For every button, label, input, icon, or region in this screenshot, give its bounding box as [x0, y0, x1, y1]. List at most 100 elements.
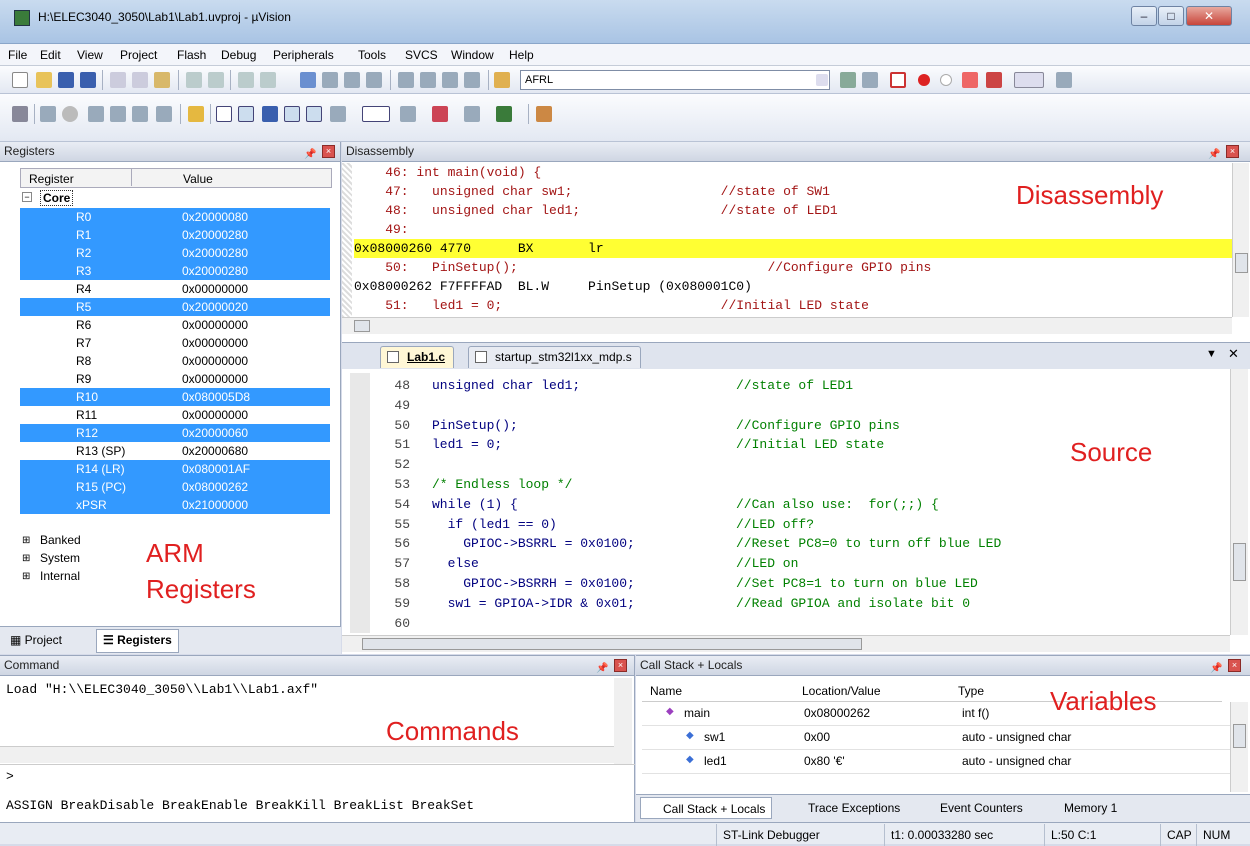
source-vscroll[interactable]: [1230, 369, 1248, 635]
register-row[interactable]: R2 0x20000280: [20, 244, 330, 262]
command-vscroll[interactable]: [614, 678, 632, 764]
stop-icon[interactable]: [62, 106, 78, 122]
tab-list-icon[interactable]: ▼: [1206, 348, 1217, 360]
menu-tools[interactable]: Tools: [358, 48, 386, 62]
register-row[interactable]: R1 0x20000280: [20, 226, 330, 244]
source-line[interactable]: 49: [370, 395, 1230, 416]
close-panel-icon[interactable]: ×: [1228, 659, 1241, 672]
col-name[interactable]: Name: [650, 680, 682, 702]
command-input[interactable]: >: [0, 764, 635, 790]
register-row[interactable]: R8 0x00000000: [20, 352, 330, 370]
menu-help[interactable]: Help: [509, 48, 534, 62]
serial-window-icon[interactable]: [400, 106, 416, 122]
breakpoint-gutter[interactable]: [350, 373, 370, 633]
source-line[interactable]: 54 while (1) {//Can also use: for(;;) {: [370, 494, 1230, 515]
configure-icon[interactable]: [1056, 72, 1072, 88]
run-icon[interactable]: [40, 106, 56, 122]
menu-flash[interactable]: Flash: [177, 48, 206, 62]
internal-group[interactable]: Internal: [40, 569, 80, 583]
paste-icon[interactable]: [154, 72, 170, 88]
chevron-down-icon[interactable]: [816, 74, 828, 86]
expand-banked-icon[interactable]: ⊞: [22, 535, 30, 546]
save-icon[interactable]: [58, 72, 74, 88]
register-row[interactable]: R11 0x00000000: [20, 406, 330, 424]
col-value[interactable]: Value: [183, 172, 213, 186]
register-row[interactable]: R6 0x00000000: [20, 316, 330, 334]
disassembly-line[interactable]: 51: led1 = 0; //Initial LED state: [354, 296, 1232, 315]
analysis-window-icon[interactable]: [432, 106, 448, 122]
menu-debug[interactable]: Debug: [221, 48, 256, 62]
close-panel-icon[interactable]: ×: [1226, 145, 1239, 158]
menu-project[interactable]: Project: [120, 48, 157, 62]
command-hscroll[interactable]: [0, 746, 614, 763]
indent-icon[interactable]: [398, 72, 414, 88]
source-line[interactable]: 57 else //LED on: [370, 553, 1230, 574]
save-all-icon[interactable]: [80, 72, 96, 88]
window-layout-icon[interactable]: [1014, 72, 1044, 88]
source-line[interactable]: 58 GPIOC->BSRRH = 0x0100; //Set PC8=1 to …: [370, 573, 1230, 594]
nav-forward-icon[interactable]: [260, 72, 276, 88]
register-row[interactable]: R0 0x20000080: [20, 208, 330, 226]
watch-window-icon[interactable]: [330, 106, 346, 122]
tab-memory-1[interactable]: Memory 1: [1042, 797, 1117, 819]
tab-trace-exceptions[interactable]: Trace Exceptions: [786, 797, 900, 819]
close-panel-icon[interactable]: ×: [322, 145, 335, 158]
tab-event-counters[interactable]: Event Counters: [918, 797, 1023, 819]
menu-edit[interactable]: Edit: [40, 48, 61, 62]
registers-window-icon[interactable]: [284, 106, 300, 122]
banked-group[interactable]: Banked: [40, 533, 81, 547]
find-icon[interactable]: [840, 72, 856, 88]
register-row[interactable]: R9 0x00000000: [20, 370, 330, 388]
menu-svcs[interactable]: SVCS: [405, 48, 438, 62]
register-row[interactable]: xPSR 0x21000000: [20, 496, 330, 514]
source-line[interactable]: 55 if (led1 == 0) //LED off?: [370, 514, 1230, 535]
system-viewer-icon[interactable]: [496, 106, 512, 122]
symbols-window-icon[interactable]: [262, 106, 278, 122]
command-window-icon[interactable]: [216, 106, 232, 122]
expand-system-icon[interactable]: ⊞: [22, 553, 30, 564]
menu-window[interactable]: Window: [451, 48, 494, 62]
tab-project[interactable]: ▦ Project: [10, 633, 62, 647]
kill-breakpoints-icon[interactable]: [962, 72, 978, 88]
breakpoint-icon[interactable]: [918, 74, 930, 86]
register-row[interactable]: R4 0x00000000: [20, 280, 330, 298]
callstack-row[interactable]: ◆ led1 0x80 '€' auto - unsigned char: [642, 750, 1230, 774]
register-row[interactable]: R10 0x080005D8: [20, 388, 330, 406]
menu-file[interactable]: File: [8, 48, 27, 62]
reset-icon[interactable]: [12, 106, 28, 122]
step-over-icon[interactable]: [110, 106, 126, 122]
system-group[interactable]: System: [40, 551, 80, 565]
disassembly-line[interactable]: 49:: [354, 220, 1232, 239]
call-stack-window-icon[interactable]: [306, 106, 322, 122]
tab-lab1-c[interactable]: Lab1.c: [380, 346, 455, 368]
source-code[interactable]: 48 unsigned char led1; //state of LED1 49 50…: [370, 375, 1230, 633]
incremental-find-icon[interactable]: [862, 72, 878, 88]
source-line[interactable]: 56 GPIOC->BSRRL = 0x0100; //Reset PC8=0 t…: [370, 533, 1230, 554]
disable-breakpoint-icon[interactable]: [940, 74, 952, 86]
unindent-icon[interactable]: [420, 72, 436, 88]
col-register[interactable]: Register: [29, 172, 74, 186]
disassembly-hscroll[interactable]: [342, 317, 1232, 334]
tab-registers[interactable]: ☰ Registers: [96, 629, 179, 653]
source-line[interactable]: 60: [370, 613, 1230, 633]
bookmark-icon[interactable]: [300, 72, 316, 88]
col-location[interactable]: Location/Value: [802, 680, 881, 702]
debug-session-icon[interactable]: [890, 72, 906, 88]
source-line[interactable]: 53 /* Endless loop */: [370, 474, 1230, 495]
register-row[interactable]: R3 0x20000280: [20, 262, 330, 280]
pin-icon[interactable]: 📌: [304, 145, 316, 164]
disassembly-current-line[interactable]: 0x08000262 F7FFFFAD BL.W PinSetup (0x080…: [354, 277, 1232, 296]
callstack-row[interactable]: ◆ sw1 0x00 auto - unsigned char: [642, 726, 1230, 750]
menu-peripherals[interactable]: Peripherals: [273, 48, 334, 62]
close-panel-icon[interactable]: ×: [614, 659, 627, 672]
register-row[interactable]: R7 0x00000000: [20, 334, 330, 352]
disassembly-line[interactable]: 0x08000260 4770 BX lr: [354, 239, 1232, 258]
core-group[interactable]: Core: [40, 190, 74, 206]
col-type[interactable]: Type: [958, 680, 984, 702]
disassembly-line[interactable]: 50: PinSetup(); //Configure GPIO pins: [354, 258, 1232, 277]
nav-back-icon[interactable]: [238, 72, 254, 88]
register-row[interactable]: R15 (PC) 0x08000262: [20, 478, 330, 496]
step-out-icon[interactable]: [132, 106, 148, 122]
source-hscroll[interactable]: [342, 635, 1230, 652]
tab-startup-file[interactable]: startup_stm32l1xx_mdp.s: [468, 346, 641, 368]
